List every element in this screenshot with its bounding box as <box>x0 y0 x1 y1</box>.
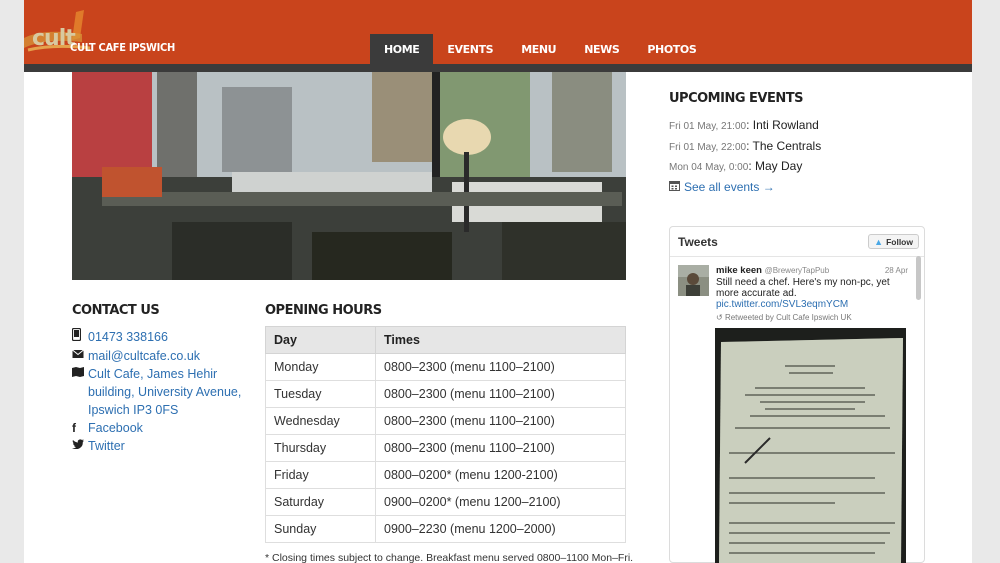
tweet-photo[interactable] <box>715 328 906 563</box>
tweet-date[interactable]: 28 Apr <box>885 265 908 276</box>
times-cell: 0800–2300 (menu 1100–2100) <box>375 434 626 462</box>
event-name[interactable]: The Centrals <box>753 139 822 153</box>
day-cell: Thursday <box>265 434 376 462</box>
tweets-scrollbar[interactable] <box>916 256 922 563</box>
nav-menu[interactable]: MENU <box>507 34 570 64</box>
table-row: Friday 0800–0200* (menu 1200-2100) <box>265 461 626 489</box>
logo-wordmark: cult <box>32 26 76 51</box>
email-link[interactable]: mail@cultcafe.co.uk <box>88 347 242 365</box>
tweets-header: Tweets ▲ Follow <box>670 227 924 257</box>
day-cell: Sunday <box>265 515 376 543</box>
site-name[interactable]: CULT CAFE IPSWICH <box>70 41 175 54</box>
column-header-times: Times <box>375 326 626 354</box>
column-header-day: Day <box>265 326 376 354</box>
contact-section: CONTACT US 01473 338166 mail@cultcafe.co… <box>71 303 242 455</box>
facebook-link[interactable]: Facebook <box>88 419 242 437</box>
day-cell: Monday <box>265 353 376 381</box>
table-row: Thursday 0800–2300 (menu 1100–2100) <box>265 434 626 462</box>
contact-address[interactable]: Cult Cafe, James Hehir building, Univers… <box>72 365 242 419</box>
twitter-icon <box>72 437 88 455</box>
table-row: Wednesday 0800–2300 (menu 1100–2100) <box>265 407 626 435</box>
map-icon <box>72 365 88 419</box>
envelope-icon <box>72 347 88 365</box>
times-cell: 0900–2230 (menu 1200–2000) <box>375 515 626 543</box>
event-time: Fri 01 May, 21:00 <box>669 121 747 132</box>
event-name[interactable]: Inti Rowland <box>753 118 819 132</box>
table-row: Monday 0800–2300 (menu 1100–2100) <box>265 353 626 381</box>
contact-phone[interactable]: 01473 338166 <box>71 327 242 347</box>
event-time: Fri 01 May, 22:00 <box>669 141 747 153</box>
nav-photos[interactable]: PHOTOS <box>633 34 710 64</box>
contact-title: CONTACT US <box>72 303 160 318</box>
nav-home[interactable]: HOME <box>370 34 434 64</box>
times-cell: 0800–2300 (menu 1100–2100) <box>375 380 626 408</box>
opening-hours-section: OPENING HOURS Day Times Monday 0800–2300 … <box>265 303 634 563</box>
follow-label: Follow <box>886 236 913 247</box>
tweet-link[interactable]: pic.twitter.com/SVL3eqmYCM <box>716 299 908 310</box>
event-item[interactable]: Fri 01 May, 21:00: Inti Rowland <box>669 116 929 137</box>
event-item[interactable]: Mon 04 May, 0:00: May Day <box>669 157 929 178</box>
address-link[interactable]: Cult Cafe, James Hehir building, Univers… <box>88 365 242 419</box>
retweet-label: Retweeted by Cult Cafe Ipswich UK <box>724 313 852 322</box>
tweet-author-name[interactable]: mike keen <box>716 265 762 276</box>
tweets-title[interactable]: Tweets <box>678 235 718 249</box>
phone-icon <box>71 327 88 347</box>
event-name[interactable]: May Day <box>755 159 802 173</box>
event-time: Mon 04 May, 0:00 <box>669 162 749 173</box>
hours-title: OPENING HOURS <box>265 303 382 318</box>
nav-news[interactable]: NEWS <box>570 34 633 64</box>
day-cell: Tuesday <box>265 380 376 408</box>
table-row: Saturday 0900–0200* (menu 1200–2100) <box>265 488 626 516</box>
header-underline <box>24 64 972 72</box>
avatar[interactable] <box>678 265 709 296</box>
retweet-note: ↺ Retweeted by Cult Cafe Ipswich UK <box>716 312 908 323</box>
contact-email[interactable]: mail@cultcafe.co.uk <box>72 347 242 365</box>
twitter-link[interactable]: Twitter <box>88 437 242 455</box>
day-cell: Wednesday <box>265 407 376 435</box>
main-nav: HOME EVENTS MENU NEWS PHOTOS <box>370 34 710 64</box>
contact-facebook[interactable]: f Facebook <box>72 419 242 437</box>
day-cell: Saturday <box>265 488 376 516</box>
contact-twitter[interactable]: Twitter <box>72 437 242 455</box>
event-item[interactable]: Fri 01 May, 22:00: The Centrals <box>669 137 929 158</box>
table-row: Sunday 0900–2230 (menu 1200–2000) <box>265 515 626 543</box>
see-all-label[interactable]: See all events → <box>684 178 775 197</box>
facebook-icon: f <box>72 421 76 435</box>
times-cell: 0900–0200* (menu 1200–2100) <box>375 488 626 516</box>
tweet-author-handle[interactable]: @BreweryTapPub <box>765 266 830 275</box>
upcoming-events-section: UPCOMING EVENTS Fri 01 May, 21:00: Inti … <box>669 91 929 197</box>
hero-photo <box>72 72 626 280</box>
hours-footnote: * Closing times subject to change. Break… <box>265 552 634 563</box>
tweet-text: Still need a chef. Here's my non-pc, yet… <box>716 277 890 299</box>
times-cell: 0800–0200* (menu 1200-2100) <box>375 461 626 489</box>
tweet-body: mike keen @BreweryTapPub 28 Apr Still ne… <box>716 265 908 323</box>
table-header-row: Day Times <box>265 326 626 354</box>
retweet-icon: ↺ <box>716 313 723 322</box>
hours-table: Day Times Monday 0800–2300 (menu 1100–210… <box>265 326 626 543</box>
scrollbar-thumb[interactable] <box>916 256 921 300</box>
times-cell: 0800–2300 (menu 1100–2100) <box>375 407 626 435</box>
phone-link[interactable]: 01473 338166 <box>88 328 242 347</box>
calendar-icon <box>669 178 680 197</box>
follow-button[interactable]: ▲ Follow <box>868 234 919 249</box>
day-cell: Friday <box>265 461 376 489</box>
times-cell: 0800–2300 (menu 1100–2100) <box>375 353 626 381</box>
events-title: UPCOMING EVENTS <box>669 91 803 106</box>
bird-icon: ▲ <box>874 236 884 247</box>
nav-events[interactable]: EVENTS <box>433 34 507 64</box>
see-all-events-link[interactable]: See all events → <box>669 178 929 197</box>
table-row: Tuesday 0800–2300 (menu 1100–2100) <box>265 380 626 408</box>
